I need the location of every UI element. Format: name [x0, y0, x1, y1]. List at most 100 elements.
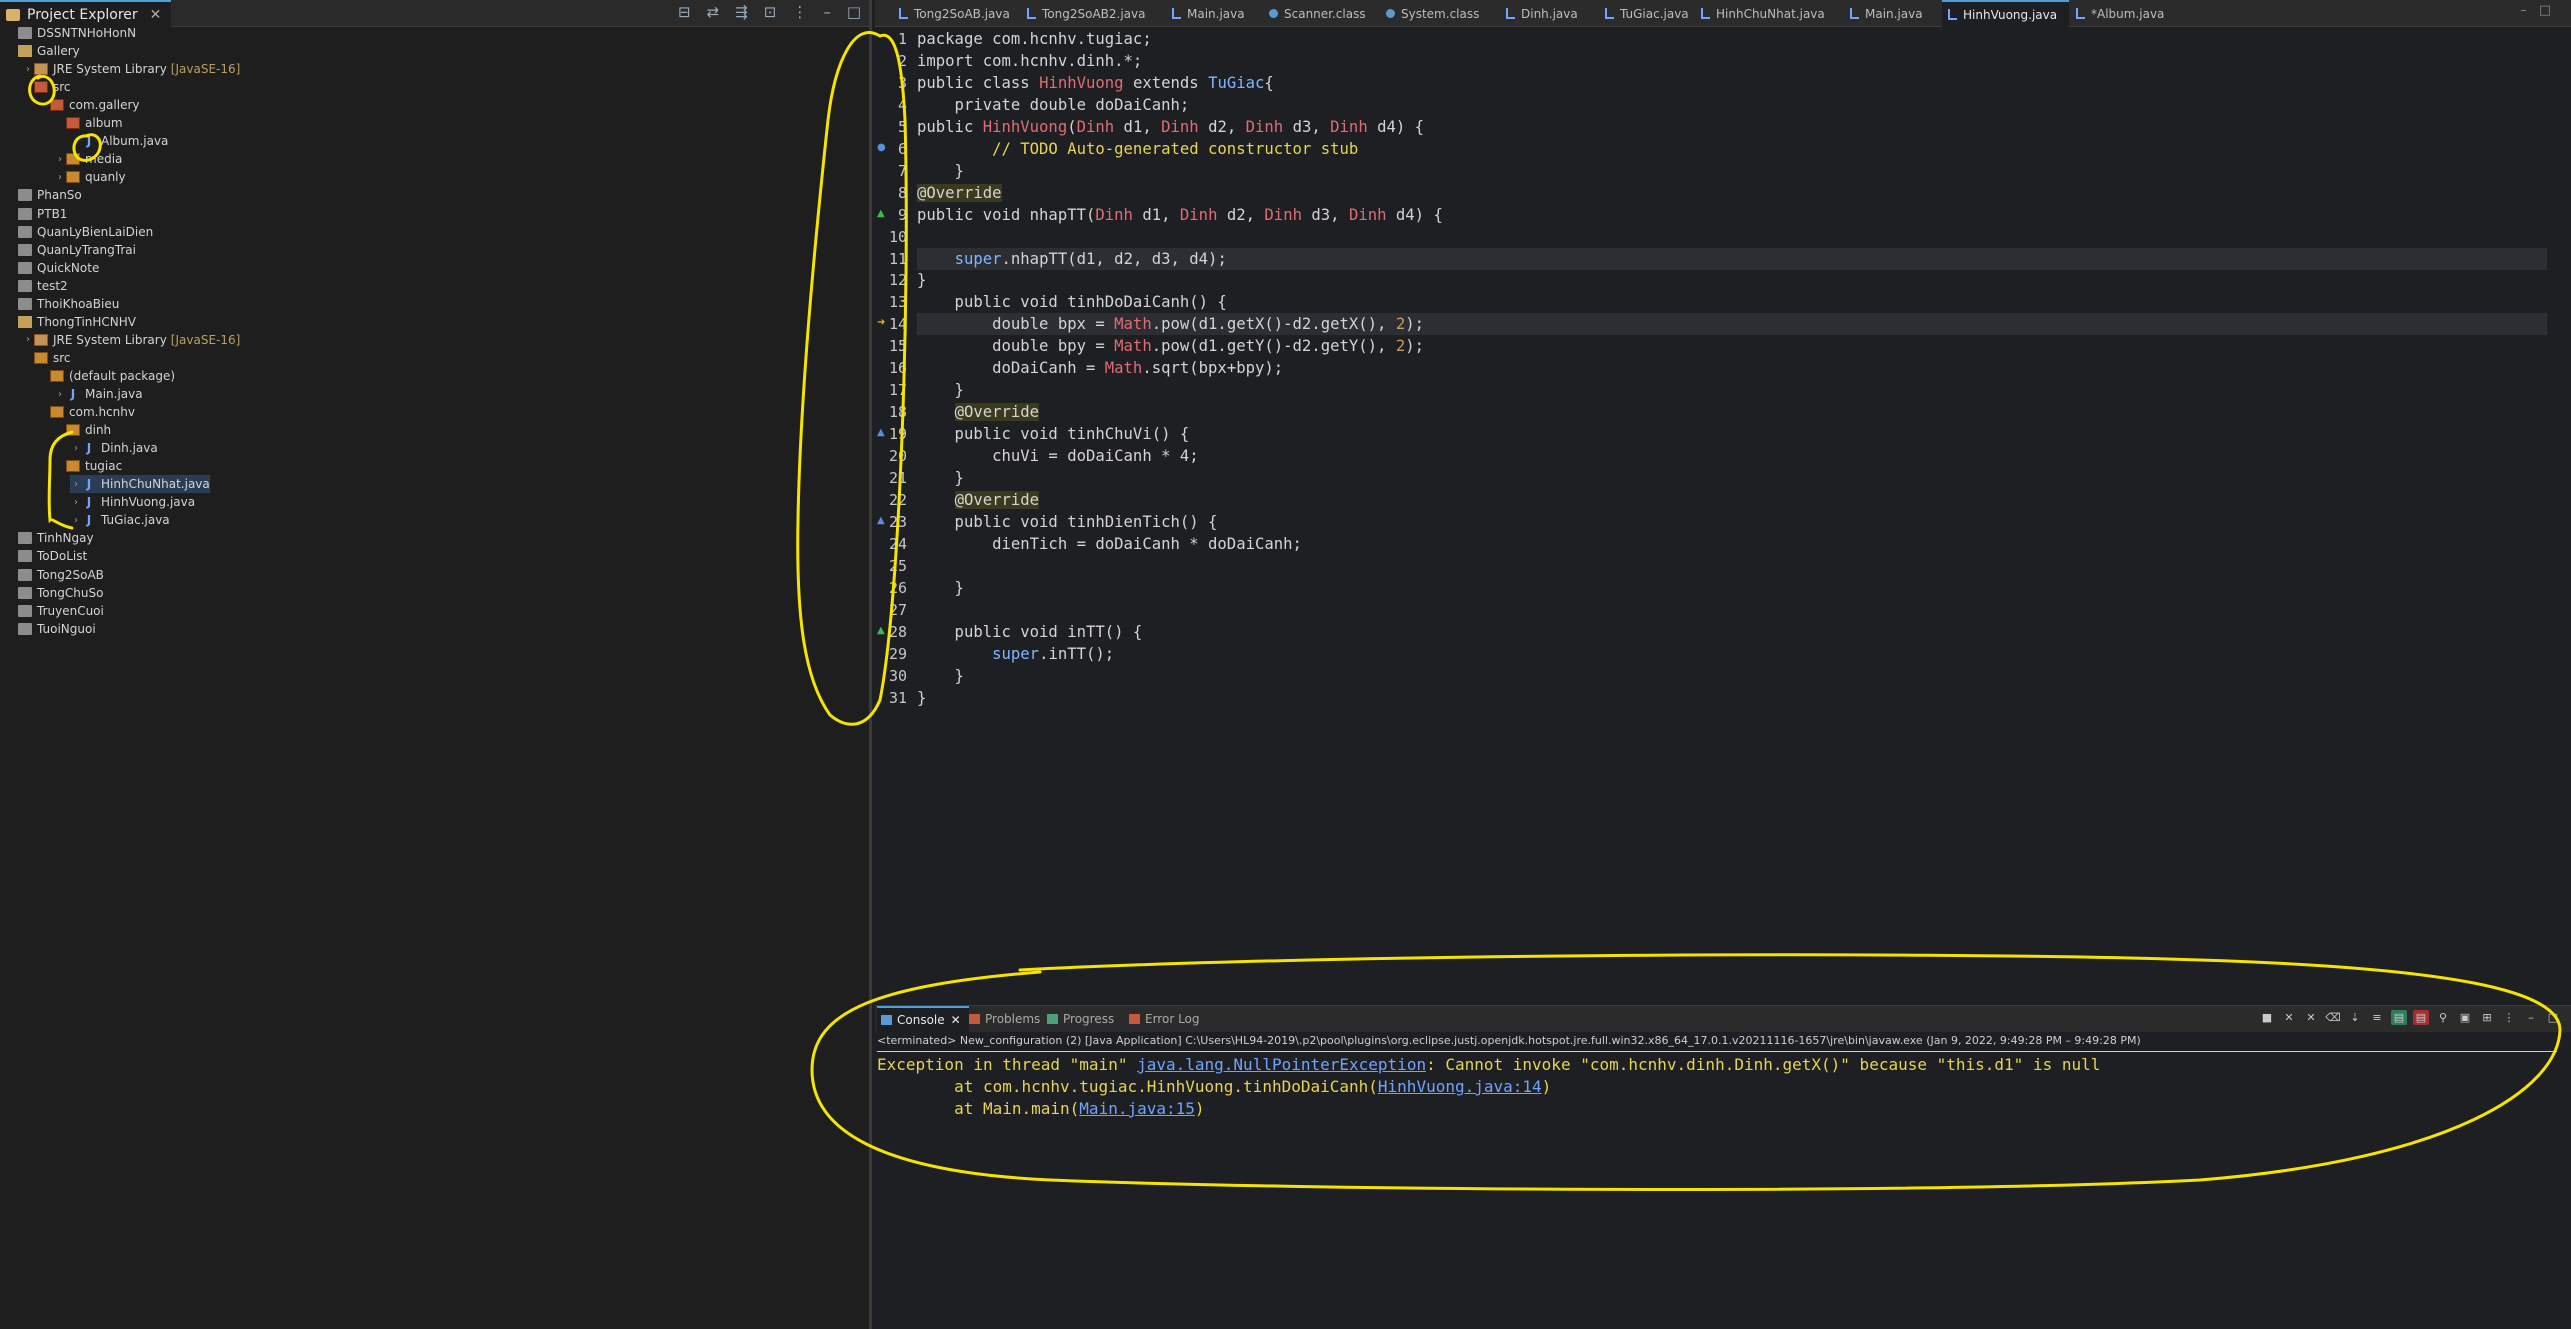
code-line[interactable]	[917, 226, 2547, 248]
minimize-icon[interactable]: –	[823, 3, 831, 21]
code-line[interactable]: package com.hcnhv.tugiac;	[917, 28, 2547, 50]
collapse-all-icon[interactable]: ⊟	[678, 3, 691, 21]
tree-item[interactable]: › J TuGiac.java	[70, 511, 170, 529]
console-output[interactable]: Exception in thread "main" java.lang.Nul…	[877, 1051, 2557, 1120]
code-line[interactable]: }	[917, 379, 2547, 401]
tree-item[interactable]: TuoiNguoi	[6, 620, 96, 638]
chevron-right-icon[interactable]: ›	[22, 64, 34, 75]
code-line[interactable]: double bpx = Math.pow(d1.getX()-d2.getX(…	[917, 313, 2547, 336]
code-line[interactable]: super.inTT();	[917, 643, 2547, 665]
chevron-right-icon[interactable]: ›	[54, 172, 66, 183]
clear-console-icon[interactable]: ⌫	[2325, 1010, 2341, 1025]
pin-console-icon[interactable]: ⚲	[2435, 1010, 2451, 1025]
show-on-stdout-icon[interactable]: ▤	[2391, 1010, 2407, 1025]
tree-item[interactable]: PTB1	[6, 205, 67, 223]
code-line[interactable]: public void tinhDoDaiCanh() {	[917, 291, 2547, 313]
console-tab[interactable]: Error Log	[1125, 1006, 1208, 1032]
code-line[interactable]	[917, 599, 2547, 621]
chevron-right-icon[interactable]: ›	[70, 497, 82, 508]
tree-item[interactable]: › J Dinh.java	[70, 439, 158, 457]
code-line[interactable]: @Override	[917, 489, 2547, 511]
tree-item[interactable]: TruyenCuoi	[6, 602, 104, 620]
tab-project-explorer[interactable]: Project Explorer ✕	[0, 0, 172, 27]
tree-item[interactable]: album	[54, 114, 123, 132]
editor-tab[interactable]: Main.java	[1844, 0, 1935, 27]
close-icon[interactable]: ✕	[951, 1013, 961, 1027]
tree-item[interactable]: ToDoList	[6, 547, 87, 565]
chevron-right-icon[interactable]: ›	[22, 334, 34, 345]
remove-all-icon[interactable]: ✕	[2303, 1010, 2319, 1025]
minimize-icon[interactable]: –	[2523, 1010, 2539, 1025]
tree-item[interactable]: › JRE System Library [JavaSE-16]	[22, 60, 240, 78]
tree-item[interactable]: src	[22, 349, 71, 367]
editor-tab[interactable]: Dinh.java	[1500, 0, 1590, 27]
chevron-right-icon[interactable]: ›	[54, 154, 66, 165]
breakpoint-icon[interactable]: ●	[877, 142, 886, 153]
tree-item[interactable]: tugiac	[54, 457, 122, 475]
editor-tab[interactable]: System.class	[1380, 0, 1491, 27]
tree-item[interactable]: PhanSo	[6, 186, 82, 204]
code-line[interactable]: double bpy = Math.pow(d1.getY()-d2.getY(…	[917, 335, 2547, 357]
maximize-icon[interactable]: □	[2545, 1010, 2561, 1025]
close-icon[interactable]: ✕	[150, 7, 162, 23]
code-line[interactable]: }	[917, 665, 2547, 687]
chevron-right-icon[interactable]: ›	[70, 515, 82, 526]
filter-icon[interactable]: ⇶	[735, 3, 748, 21]
editor-tab[interactable]: Tong2SoAB.java	[893, 0, 1022, 27]
code-line[interactable]: public HinhVuong(Dinh d1, Dinh d2, Dinh …	[917, 116, 2547, 138]
code-line[interactable]: import com.hcnhv.dinh.*;	[917, 50, 2547, 72]
code-line[interactable]: }	[917, 577, 2547, 599]
word-wrap-icon[interactable]: ≡	[2369, 1010, 2385, 1025]
tree-item[interactable]: › J HinhVuong.java	[70, 493, 195, 511]
code-line[interactable]: public void tinhDienTich() {	[917, 511, 2547, 533]
editor-tab[interactable]: Tong2SoAB2.java	[1021, 0, 1157, 27]
tree-item[interactable]: TinhNgay	[6, 529, 94, 547]
code-line[interactable]: }	[917, 467, 2547, 489]
editor-tab[interactable]: Scanner.class	[1263, 0, 1378, 27]
tree-item[interactable]: J Album.java	[70, 132, 169, 150]
code-line[interactable]: // TODO Auto-generated constructor stub	[917, 138, 2547, 160]
focus-icon[interactable]: ⊡	[764, 3, 777, 21]
scroll-lock-icon[interactable]: ⇣	[2347, 1010, 2363, 1025]
tree-item[interactable]: QuickNote	[6, 259, 99, 277]
current-line-icon[interactable]: ➜	[877, 317, 885, 328]
tree-item[interactable]: src	[22, 78, 71, 96]
tree-item[interactable]: › J HinhChuNhat.java	[70, 475, 210, 494]
code-line[interactable]: }	[917, 160, 2547, 182]
editor-tab[interactable]: TuGiac.java	[1599, 0, 1701, 27]
code-line[interactable]: public class HinhVuong extends TuGiac{	[917, 72, 2547, 94]
tree-item[interactable]: com.hcnhv	[38, 403, 135, 421]
override-marker-icon[interactable]: ▲	[877, 515, 885, 526]
show-on-stderr-icon[interactable]: ▤	[2413, 1010, 2429, 1025]
remove-launch-icon[interactable]: ✕	[2281, 1010, 2297, 1025]
stacktrace-link[interactable]: HinhVuong.java:14	[1378, 1077, 1542, 1096]
code-line[interactable]: @Override	[917, 182, 2547, 204]
tree-item[interactable]: com.gallery	[38, 96, 140, 114]
tree-item[interactable]: › JRE System Library [JavaSE-16]	[22, 331, 240, 349]
chevron-right-icon[interactable]: ›	[70, 479, 82, 490]
tree-item[interactable]: QuanLyBienLaiDien	[6, 223, 153, 241]
override-marker-icon[interactable]: ▲	[877, 208, 885, 219]
console-tab[interactable]: Console ✕	[877, 1006, 969, 1032]
code-line[interactable]	[917, 555, 2547, 577]
code-line[interactable]: }	[917, 687, 2547, 709]
override-marker-icon[interactable]: ▲	[877, 427, 885, 438]
maximize-icon[interactable]: □	[847, 3, 861, 21]
code-line[interactable]: public void inTT() {	[917, 621, 2547, 643]
chevron-right-icon[interactable]: ›	[54, 389, 66, 400]
tree-item[interactable]: › media	[54, 150, 122, 168]
tree-item[interactable]: Gallery	[6, 42, 80, 60]
code-line[interactable]: super.nhapTT(d1, d2, d3, d4);	[917, 247, 2547, 270]
editor-tab[interactable]: HinhChuNhat.java	[1695, 0, 1837, 27]
stop-icon[interactable]: ■	[2259, 1010, 2275, 1025]
tree-item[interactable]: TongChuSo	[6, 584, 103, 602]
tree-item[interactable]: › quanly	[54, 168, 126, 186]
code-line[interactable]: public void tinhChuVi() {	[917, 423, 2547, 445]
code-line[interactable]: dienTich = doDaiCanh * doDaiCanh;	[917, 533, 2547, 555]
tree-item[interactable]: QuanLyTrangTrai	[6, 241, 136, 259]
override-marker-icon[interactable]: ▲	[877, 625, 885, 636]
code-line[interactable]: chuVi = doDaiCanh * 4;	[917, 445, 2547, 467]
code-line[interactable]: doDaiCanh = Math.sqrt(bpx+bpy);	[917, 357, 2547, 379]
tree-item[interactable]: Tong2SoAB	[6, 566, 104, 584]
code-line[interactable]: private double doDaiCanh;	[917, 94, 2547, 116]
